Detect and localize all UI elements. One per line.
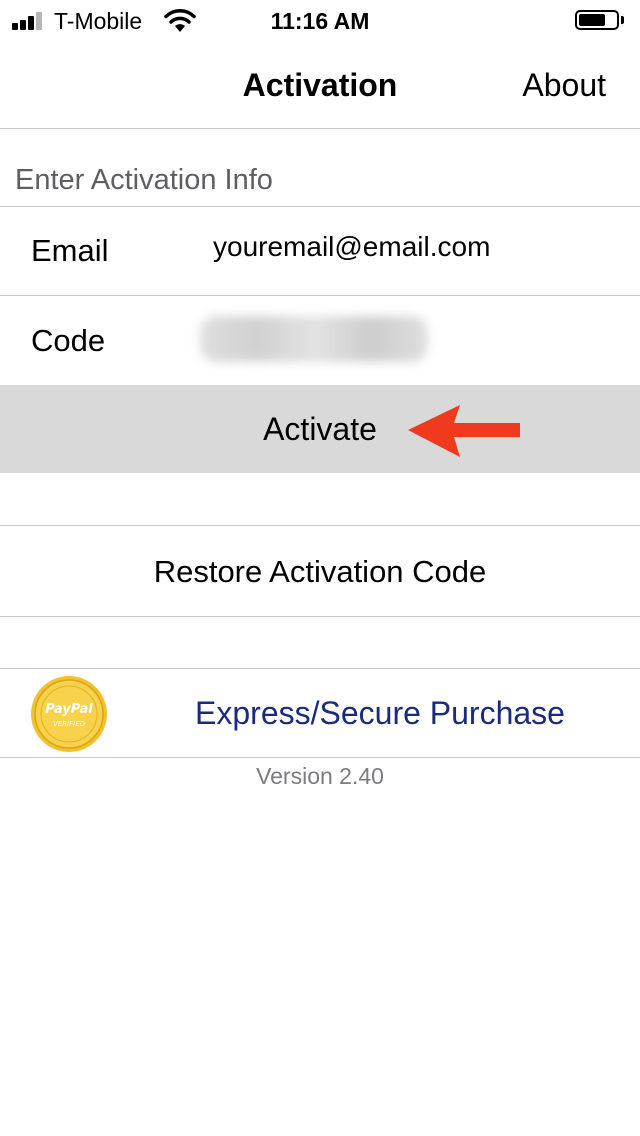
paypal-purchase-row[interactable]: PayPal VERIFIED Express/Secure Purchase: [0, 668, 640, 758]
email-label: Email: [31, 233, 109, 268]
about-button[interactable]: About: [522, 66, 606, 104]
code-row: Code: [0, 295, 640, 385]
code-field[interactable]: [200, 316, 428, 362]
activate-label: Activate: [263, 411, 377, 447]
battery-icon: [575, 10, 619, 30]
code-label: Code: [31, 323, 106, 358]
email-row: Email youremail@email.com: [0, 206, 640, 296]
battery-tip: [621, 16, 624, 24]
version-label: Version 2.40: [256, 763, 384, 789]
status-bar: T-Mobile 11:16 AM: [0, 0, 640, 40]
restore-activation-row[interactable]: Restore Activation Code: [0, 525, 640, 617]
section-header: Enter Activation Info: [15, 164, 273, 196]
restore-activation-code-button[interactable]: Restore Activation Code: [0, 553, 640, 591]
navigation-bar: Activation About: [0, 40, 640, 129]
red-left-arrow-icon: [408, 405, 520, 457]
battery-fill: [579, 14, 605, 26]
email-field[interactable]: youremail@email.com: [213, 230, 490, 264]
status-time: 11:16 AM: [270, 8, 370, 34]
express-secure-purchase-link[interactable]: Express/Secure Purchase: [0, 694, 640, 732]
activate-button[interactable]: Activate: [0, 385, 640, 473]
